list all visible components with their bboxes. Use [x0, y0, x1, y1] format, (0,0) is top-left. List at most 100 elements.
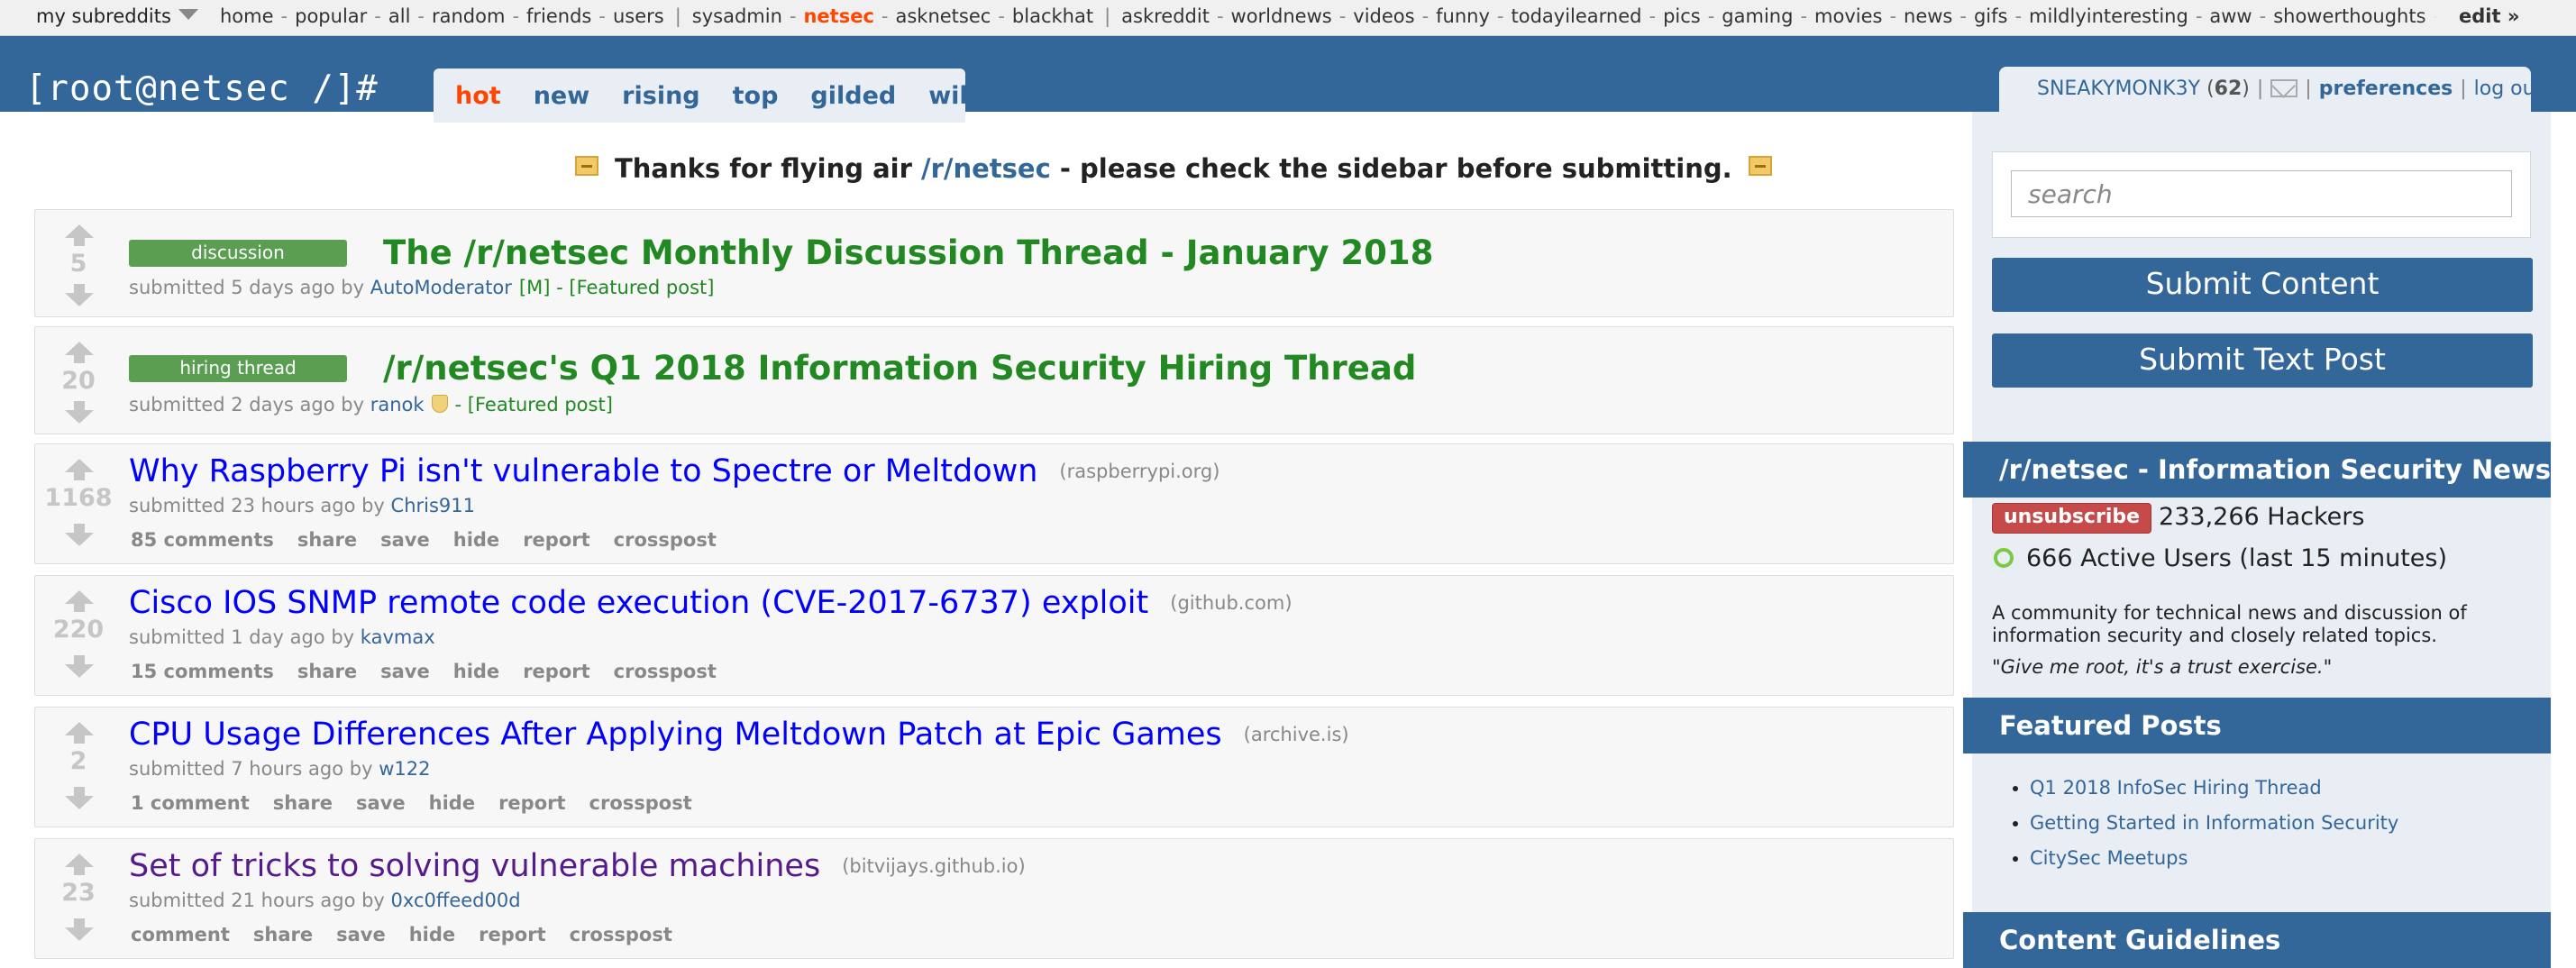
- hide-button[interactable]: hide: [453, 661, 499, 682]
- tab-hot[interactable]: hot: [455, 82, 501, 110]
- subreddit-link-gifs[interactable]: gifs: [1974, 5, 2008, 27]
- moderator-tag[interactable]: [M]: [519, 277, 551, 298]
- downvote-icon[interactable]: [65, 401, 94, 424]
- subreddit-link-movies[interactable]: movies: [1814, 5, 1882, 27]
- featured-post-link[interactable]: Q1 2018 InfoSec Hiring Thread: [2030, 777, 2322, 799]
- hide-button[interactable]: hide: [429, 792, 475, 814]
- upvote-icon[interactable]: [65, 854, 94, 875]
- post-domain[interactable]: (raspberrypi.org): [1059, 461, 1219, 482]
- subreddit-link-mildlyinteresting[interactable]: mildlyinteresting: [2029, 5, 2188, 27]
- featured-post-tag: - [Featured post]: [556, 277, 715, 298]
- upvote-icon[interactable]: [65, 224, 94, 246]
- post-buttons: 1 comment share save hide report crosspost: [131, 792, 716, 814]
- sidebar-title[interactable]: /r/netsec - Information Security News: [1963, 442, 2551, 498]
- tab-top[interactable]: top: [733, 82, 779, 110]
- comments-link[interactable]: comment: [131, 924, 230, 945]
- subreddit-link-funny[interactable]: funny: [1436, 5, 1490, 27]
- post-domain[interactable]: (github.com): [1170, 592, 1292, 614]
- subreddit-link-home[interactable]: home: [220, 5, 274, 27]
- subreddit-link-worldnews[interactable]: worldnews: [1231, 5, 1332, 27]
- crosspost-button[interactable]: crosspost: [570, 924, 672, 945]
- subreddit-link-aww[interactable]: aww: [2209, 5, 2252, 27]
- report-button[interactable]: report: [523, 529, 589, 551]
- save-button[interactable]: save: [380, 661, 430, 682]
- subreddit-link-popular[interactable]: popular: [295, 5, 367, 27]
- subreddit-link-netsec[interactable]: netsec: [803, 5, 873, 27]
- share-button[interactable]: share: [297, 529, 357, 551]
- post-title[interactable]: Why Raspberry Pi isn't vulnerable to Spe…: [129, 453, 1037, 489]
- edit-subreddits-link[interactable]: edit »: [2437, 0, 2576, 35]
- post-author[interactable]: 0xc0ffeed00d: [391, 890, 521, 911]
- share-button[interactable]: share: [273, 792, 333, 814]
- subreddit-link-showerthoughts[interactable]: showerthoughts: [2273, 5, 2425, 27]
- crosspost-button[interactable]: crosspost: [614, 661, 717, 682]
- crosspost-button[interactable]: crosspost: [614, 529, 717, 551]
- unsubscribe-button[interactable]: unsubscribe: [1992, 503, 2152, 534]
- upvote-icon[interactable]: [65, 459, 94, 480]
- tab-rising[interactable]: rising: [622, 82, 699, 110]
- comments-link[interactable]: 85 comments: [131, 529, 274, 551]
- subreddit-link-blackhat[interactable]: blackhat: [1012, 5, 1093, 27]
- post-author[interactable]: kavmax: [361, 626, 435, 648]
- tab-wiki[interactable]: wiki: [928, 82, 983, 110]
- tab-gilded[interactable]: gilded: [810, 82, 896, 110]
- share-button[interactable]: share: [253, 924, 313, 945]
- subreddit-link-news[interactable]: news: [1904, 5, 1952, 27]
- subreddit-link-asknetsec[interactable]: asknetsec: [895, 5, 991, 27]
- post-title[interactable]: /r/netsec's Q1 2018 Information Security…: [383, 349, 1416, 388]
- subreddit-link-users[interactable]: users: [613, 5, 664, 27]
- preferences-link[interactable]: preferences: [2319, 78, 2453, 100]
- upvote-icon[interactable]: [65, 342, 94, 363]
- featured-post-link[interactable]: Getting Started in Information Security: [2030, 812, 2398, 834]
- subreddit-link-gaming[interactable]: gaming: [1722, 5, 1793, 27]
- subreddit-link-videos[interactable]: videos: [1353, 5, 1414, 27]
- subreddit-link-sysadmin[interactable]: sysadmin: [692, 5, 782, 27]
- subreddit-logo[interactable]: [root@netsec /]#: [25, 68, 379, 109]
- report-button[interactable]: report: [523, 661, 589, 682]
- report-button[interactable]: report: [498, 792, 565, 814]
- post-domain[interactable]: (bitvijays.github.io): [842, 855, 1026, 877]
- submit-content-button[interactable]: Submit Content: [1992, 258, 2533, 312]
- subreddit-link-all[interactable]: all: [388, 5, 411, 27]
- post-author[interactable]: w122: [379, 758, 430, 780]
- post-title[interactable]: Set of tricks to solving vulnerable mach…: [129, 848, 820, 884]
- tab-new[interactable]: new: [534, 82, 589, 110]
- downvote-icon[interactable]: [65, 655, 94, 678]
- save-button[interactable]: save: [336, 924, 386, 945]
- comments-link[interactable]: 1 comment: [131, 792, 250, 814]
- crosspost-button[interactable]: crosspost: [589, 792, 692, 814]
- upvote-icon[interactable]: [65, 722, 94, 744]
- upvote-icon[interactable]: [65, 590, 94, 612]
- post-author[interactable]: Chris911: [391, 495, 475, 516]
- report-button[interactable]: report: [479, 924, 545, 945]
- downvote-icon[interactable]: [65, 284, 94, 306]
- my-subreddits-dropdown[interactable]: my subreddits: [36, 5, 198, 27]
- post-title[interactable]: The /r/netsec Monthly Discussion Thread …: [383, 233, 1433, 272]
- hide-button[interactable]: hide: [453, 529, 499, 551]
- subreddit-link-random[interactable]: random: [432, 5, 505, 27]
- subreddit-link-friends[interactable]: friends: [526, 5, 591, 27]
- featured-post-link[interactable]: CitySec Meetups: [2030, 847, 2188, 869]
- hide-button[interactable]: hide: [409, 924, 455, 945]
- announcement-subreddit-link[interactable]: /r/netsec: [921, 153, 1051, 184]
- search-input[interactable]: [2011, 170, 2512, 217]
- comments-link[interactable]: 15 comments: [131, 661, 274, 682]
- save-button[interactable]: save: [380, 529, 430, 551]
- save-button[interactable]: save: [356, 792, 406, 814]
- post-title[interactable]: Cisco IOS SNMP remote code execution (CV…: [129, 585, 1148, 621]
- downvote-icon[interactable]: [65, 524, 94, 546]
- subreddit-link-todayilearned[interactable]: todayilearned: [1511, 5, 1641, 27]
- post-domain[interactable]: (archive.is): [1244, 724, 1349, 745]
- downvote-icon[interactable]: [65, 787, 94, 809]
- post-title[interactable]: CPU Usage Differences After Applying Mel…: [129, 717, 1222, 753]
- subreddit-link-askreddit[interactable]: askreddit: [1121, 5, 1210, 27]
- logout-link[interactable]: log out: [2474, 78, 2544, 100]
- subreddit-link-pics[interactable]: pics: [1663, 5, 1701, 27]
- share-button[interactable]: share: [297, 661, 357, 682]
- downvote-icon[interactable]: [65, 918, 94, 941]
- mail-icon[interactable]: [2270, 79, 2298, 97]
- username-link[interactable]: SNEAKYMONK3Y: [2037, 78, 2200, 100]
- post-author[interactable]: ranok: [370, 394, 425, 416]
- post-author[interactable]: AutoModerator: [370, 277, 512, 298]
- submit-text-post-button[interactable]: Submit Text Post: [1992, 333, 2533, 388]
